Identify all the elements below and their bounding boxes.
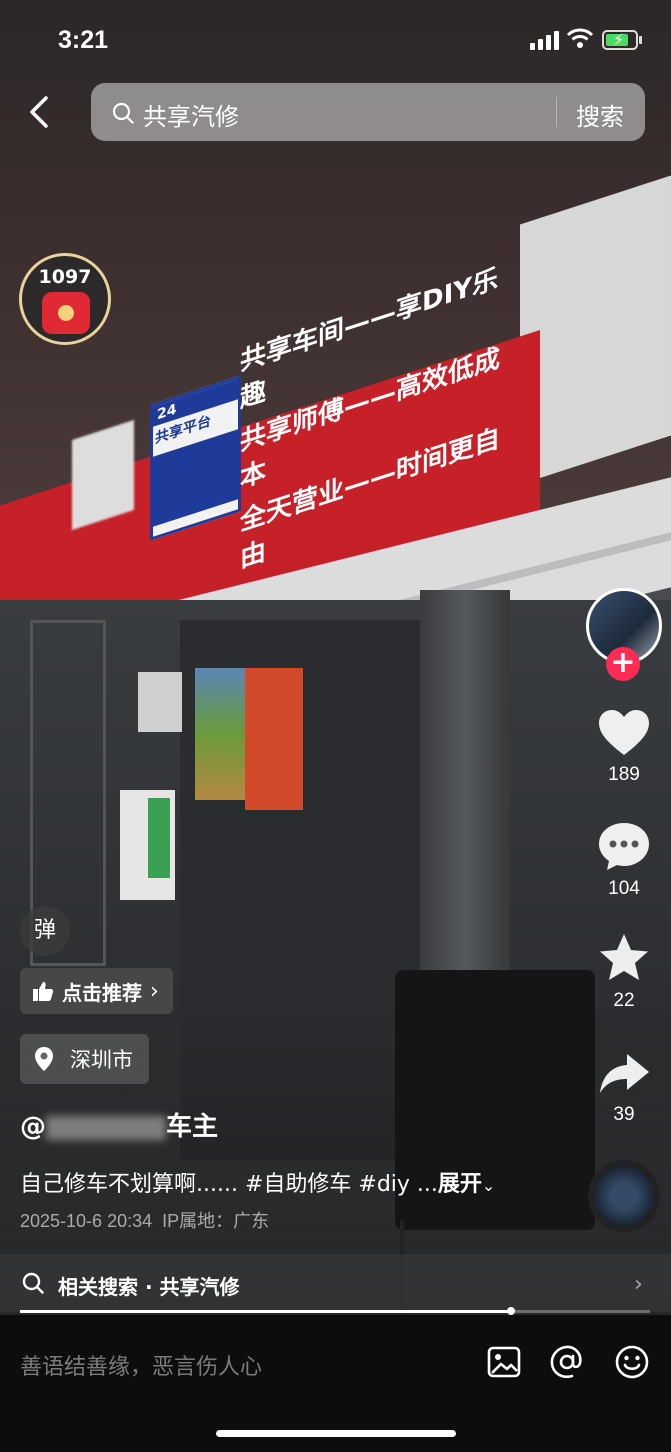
- search-icon: [22, 1272, 44, 1294]
- comment-icon: [599, 823, 649, 870]
- poster: [245, 668, 303, 810]
- wall: [520, 175, 671, 485]
- thumbs-up-icon: [33, 982, 54, 1001]
- status-bar: 3:21 ⚡: [0, 0, 671, 80]
- expand-link[interactable]: 展开: [438, 1172, 482, 1197]
- location-tag[interactable]: 深圳市: [20, 1034, 149, 1084]
- recommend-button[interactable]: 点击推荐 ›: [20, 968, 173, 1014]
- emoji-icon[interactable]: [612, 1342, 652, 1382]
- follow-plus-icon[interactable]: +: [606, 647, 640, 681]
- comment-input[interactable]: 善语结善缘，恶言伤人心: [20, 1349, 262, 1381]
- search-input[interactable]: 共享汽修: [143, 97, 239, 132]
- image-icon[interactable]: [484, 1342, 524, 1382]
- like-button[interactable]: 189: [590, 708, 658, 786]
- ip-location: IP属地：广东: [162, 1211, 270, 1231]
- recommend-label: 点击推荐: [62, 980, 142, 1005]
- like-count: 189: [608, 764, 640, 785]
- location-pin-icon: [35, 1047, 53, 1071]
- red-packet-count: 1097: [38, 266, 92, 288]
- danmu-toggle[interactable]: 弹: [20, 906, 70, 956]
- blurred-name: [46, 1115, 166, 1140]
- share-count: 39: [613, 1104, 635, 1125]
- wifi-icon: [567, 28, 593, 48]
- at-mention-icon[interactable]: [547, 1342, 587, 1382]
- chevron-down-icon: ⌄: [481, 1176, 496, 1195]
- location-label: 深圳市: [70, 1048, 133, 1072]
- home-indicator[interactable]: [216, 1430, 456, 1437]
- clock: 3:21: [58, 26, 109, 54]
- back-arrow-icon[interactable]: [22, 92, 58, 132]
- comment-count: 104: [608, 878, 640, 899]
- favorite-count: 22: [613, 990, 635, 1011]
- video-progress-bar[interactable]: [20, 1307, 650, 1315]
- caption-text: 自己修车不划算啊...... #自助修车 #diy ...: [20, 1172, 438, 1197]
- post-meta: 2025-10-6 20:34 IP属地：广东: [20, 1207, 269, 1233]
- chevron-right-icon[interactable]: ›: [634, 1272, 643, 1297]
- post-date: 2025-10-6 20:34: [20, 1211, 153, 1231]
- progress-fill: [20, 1310, 512, 1313]
- poster: [195, 668, 245, 800]
- search-icon: [112, 102, 134, 124]
- chevron-right-icon: ›: [150, 978, 159, 1004]
- red-packet-icon: [42, 292, 90, 334]
- search-divider: [556, 97, 557, 127]
- small-sign: [138, 672, 182, 732]
- star-icon: [600, 934, 648, 980]
- battery-icon: ⚡: [602, 30, 638, 50]
- video-caption[interactable]: 自己修车不划算啊...... #自助修车 #diy ...展开⌄: [20, 1166, 540, 1198]
- heart-icon: [599, 710, 649, 755]
- signal-icon: [530, 30, 559, 50]
- related-search-label[interactable]: 相关搜索 · 共享汽修: [58, 1271, 240, 1300]
- favorite-button[interactable]: 22: [590, 932, 658, 1012]
- search-button[interactable]: 搜索: [576, 97, 624, 132]
- red-packet-widget[interactable]: 1097: [19, 253, 111, 345]
- comment-button[interactable]: 104: [590, 820, 658, 900]
- notice-board: [120, 790, 175, 900]
- author-name[interactable]: @ 车主: [20, 1106, 218, 1143]
- share-button[interactable]: 39: [590, 1050, 658, 1126]
- music-disc[interactable]: [588, 1160, 660, 1232]
- share-arrow-icon: [600, 1054, 649, 1093]
